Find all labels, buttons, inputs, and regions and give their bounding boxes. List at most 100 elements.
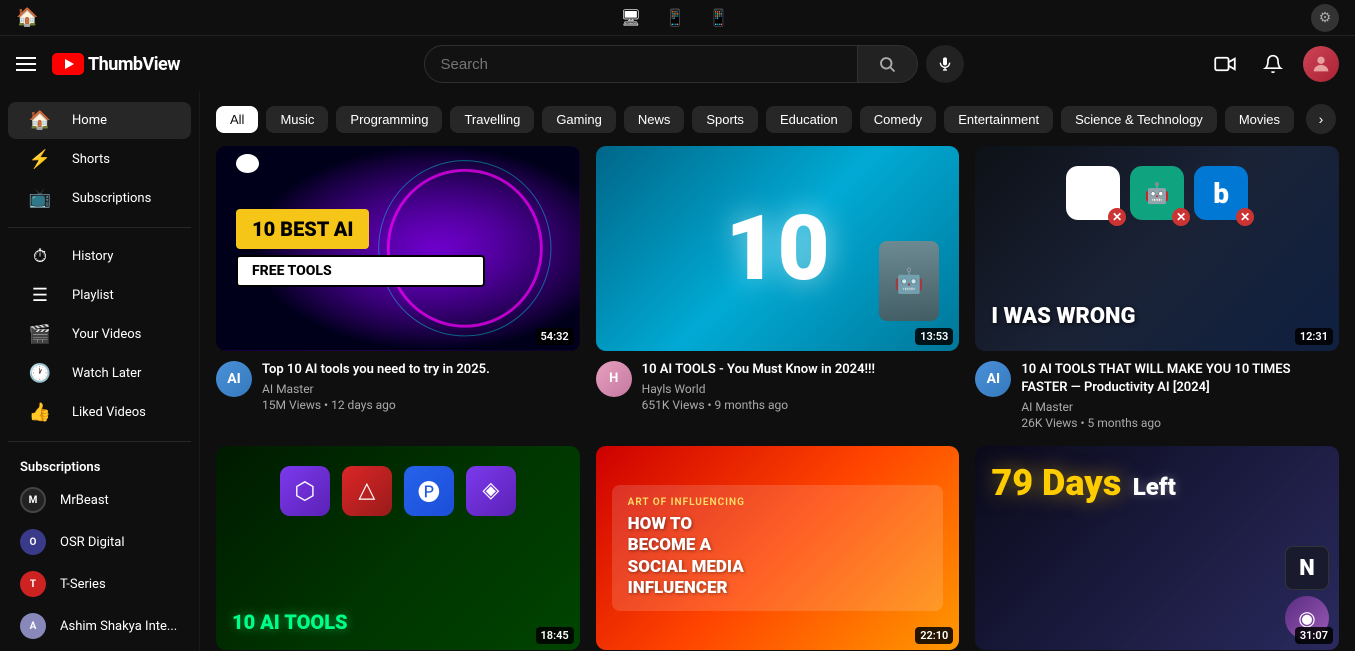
sidebar-shorts-label: Shorts <box>72 152 110 167</box>
video-grid: 10 BEST AI FREE TOOLS +1 54:32 AI Top 10… <box>200 146 1355 651</box>
duration-6: 31:07 <box>1295 627 1333 644</box>
thumbnail-1: 10 BEST AI FREE TOOLS +1 54:32 <box>216 146 580 351</box>
sidebar-item-playlist[interactable]: ☰ Playlist <box>8 277 191 314</box>
sidebar-item-home[interactable]: 🏠 Home <box>8 102 191 139</box>
mrbeast-avatar: M <box>20 487 46 513</box>
thumbnail-2: 10 🤖 13:53 <box>596 146 960 351</box>
duration-4: 18:45 <box>536 627 574 644</box>
thumbnail-4: ⬡ △ 🅟 ◈ 10 AI TOOLS 18:45 <box>216 446 580 651</box>
logo: ThumbView <box>52 53 180 75</box>
video-card-2[interactable]: 10 🤖 13:53 H 10 AI TOOLS - You Must Know… <box>596 146 960 430</box>
sidebar-item-subscriptions[interactable]: 📺 Subscriptions <box>8 180 191 217</box>
sidebar-item-history[interactable]: ⏱ History <box>8 238 191 275</box>
sidebar-item-shorts[interactable]: ⚡ Shorts <box>8 141 191 178</box>
mic-button[interactable] <box>926 45 964 83</box>
subscriptions-icon: 📺 <box>28 188 52 209</box>
tseries-avatar: T <box>20 571 46 597</box>
sidebar-home-label: Home <box>72 113 107 128</box>
filter-chip-comedy[interactable]: Comedy <box>860 106 936 133</box>
video-card-4[interactable]: ⬡ △ 🅟 ◈ 10 AI TOOLS 18:45 T 10 AI TOOLS … <box>216 446 580 651</box>
topbar-home-icon[interactable]: 🏠 <box>16 7 38 28</box>
filter-chip-all[interactable]: All <box>216 106 258 133</box>
filter-chip-science[interactable]: Science & Technology <box>1061 106 1217 133</box>
sidebar-item-watch-later[interactable]: 🕐 Watch Later <box>8 355 191 392</box>
search-input[interactable] <box>441 56 841 73</box>
filter-chip-music[interactable]: Music <box>266 106 328 133</box>
video-card-5[interactable]: ART OF INFLUENCING HOW TOBECOME ASOCIAL … <box>596 446 960 651</box>
search-icon <box>878 55 896 73</box>
your-videos-icon: 🎬 <box>28 324 52 345</box>
video-title-2: 10 AI TOOLS - You Must Know in 2024!!! <box>642 361 960 379</box>
video-meta-1: Top 10 AI tools you need to try in 2025.… <box>262 361 580 412</box>
tseries-label: T-Series <box>60 577 106 592</box>
channel-name-2: Hayls World <box>642 382 960 396</box>
home-icon: 🏠 <box>28 110 52 131</box>
topbar-center: 🖥 📱 📱 <box>621 8 729 27</box>
header-right <box>1207 46 1339 82</box>
duration-3: 12:31 <box>1295 328 1333 345</box>
video-card-3[interactable]: G✕ 🤖✕ b✕ I WAS WRONG 12:31 AI 10 AI TOOL… <box>975 146 1339 430</box>
filter-chip-news[interactable]: News <box>624 106 685 133</box>
filter-chip-travelling[interactable]: Travelling <box>450 106 534 133</box>
ashim-label: Ashim Shakya Inte... <box>60 619 177 634</box>
youtube-logo-icon <box>52 53 84 75</box>
filter-chip-movies[interactable]: Movies <box>1225 106 1294 133</box>
filter-chip-entertainment[interactable]: Entertainment <box>944 106 1053 133</box>
mic-icon <box>937 56 953 72</box>
playlist-icon: ☰ <box>28 285 52 306</box>
video-title-1: Top 10 AI tools you need to try in 2025. <box>262 361 580 379</box>
sidebar-item-liked-videos[interactable]: 👍 Liked Videos <box>8 394 191 431</box>
header: ThumbView <box>0 36 1355 92</box>
search-bar <box>424 45 964 83</box>
video-card-6[interactable]: 79 Days Left N ◉ 31:07 N 79 Days Left — … <box>975 446 1339 651</box>
channel-avatar-1: AI <box>216 361 252 397</box>
video-stats-1: 15M Views • 12 days ago <box>262 398 580 412</box>
ashim-avatar: A <box>20 613 46 639</box>
search-input-wrap <box>424 45 858 83</box>
search-button[interactable] <box>858 45 918 83</box>
video-card-1[interactable]: 10 BEST AI FREE TOOLS +1 54:32 AI Top 10… <box>216 146 580 430</box>
sidebar-item-your-videos[interactable]: 🎬 Your Videos <box>8 316 191 353</box>
notifications-button[interactable] <box>1255 46 1291 82</box>
sidebar-sub-fireship[interactable]: 🔥 Fireship <box>0 647 199 651</box>
filter-chip-sports[interactable]: Sports <box>692 106 758 133</box>
sidebar-divider-1 <box>8 227 191 228</box>
sidebar-playlist-label: Playlist <box>72 288 114 303</box>
duration-1: 54:32 <box>536 328 574 345</box>
sidebar-sub-osr[interactable]: O OSR Digital <box>0 521 199 563</box>
sidebar-history-label: History <box>72 249 113 264</box>
topbar: 🏠 🖥 📱 📱 ⚙ <box>0 0 1355 36</box>
topbar-monitor-icon[interactable]: 🖥 <box>621 8 641 27</box>
hamburger-menu[interactable] <box>16 57 36 71</box>
header-left: ThumbView <box>16 53 180 75</box>
sidebar-sub-ashim[interactable]: A Ashim Shakya Inte... <box>0 605 199 647</box>
topbar-phone-icon[interactable]: 📱 <box>709 8 729 27</box>
sidebar-sub-tseries[interactable]: T T-Series <box>0 563 199 605</box>
channel-avatar-2: H <box>596 361 632 397</box>
filter-chip-education[interactable]: Education <box>766 106 852 133</box>
sidebar-your-videos-label: Your Videos <box>72 327 141 342</box>
sidebar-watch-later-label: Watch Later <box>72 366 141 381</box>
osr-avatar: O <box>20 529 46 555</box>
video-stats-3: 26K Views • 5 months ago <box>1021 416 1339 430</box>
user-avatar[interactable] <box>1303 46 1339 82</box>
content-area: All Music Programming Travelling Gaming … <box>200 92 1355 651</box>
video-stats-2: 651K Views • 9 months ago <box>642 398 960 412</box>
duration-5: 22:10 <box>915 627 953 644</box>
watch-later-icon: 🕐 <box>28 363 52 384</box>
thumbnail-3: G✕ 🤖✕ b✕ I WAS WRONG 12:31 <box>975 146 1339 351</box>
thumbnail-5: ART OF INFLUENCING HOW TOBECOME ASOCIAL … <box>596 446 960 651</box>
main-layout: 🏠 Home ⚡ Shorts 📺 Subscriptions ⏱ Histor… <box>0 92 1355 651</box>
create-video-icon[interactable] <box>1207 46 1243 82</box>
sidebar-liked-label: Liked Videos <box>72 405 146 420</box>
app-title: ThumbView <box>88 54 180 75</box>
filter-chip-programming[interactable]: Programming <box>336 106 442 133</box>
history-icon: ⏱ <box>28 246 52 267</box>
filter-chip-gaming[interactable]: Gaming <box>542 106 616 133</box>
sidebar-sub-mrbeast[interactable]: M MrBeast <box>0 479 199 521</box>
topbar-tablet-icon[interactable]: 📱 <box>665 8 685 27</box>
topbar-settings-icon[interactable]: ⚙ <box>1311 4 1339 32</box>
video-info-1: AI Top 10 AI tools you need to try in 20… <box>216 361 580 412</box>
channel-avatar-3: AI <box>975 361 1011 397</box>
filter-next-arrow[interactable]: › <box>1306 104 1336 134</box>
